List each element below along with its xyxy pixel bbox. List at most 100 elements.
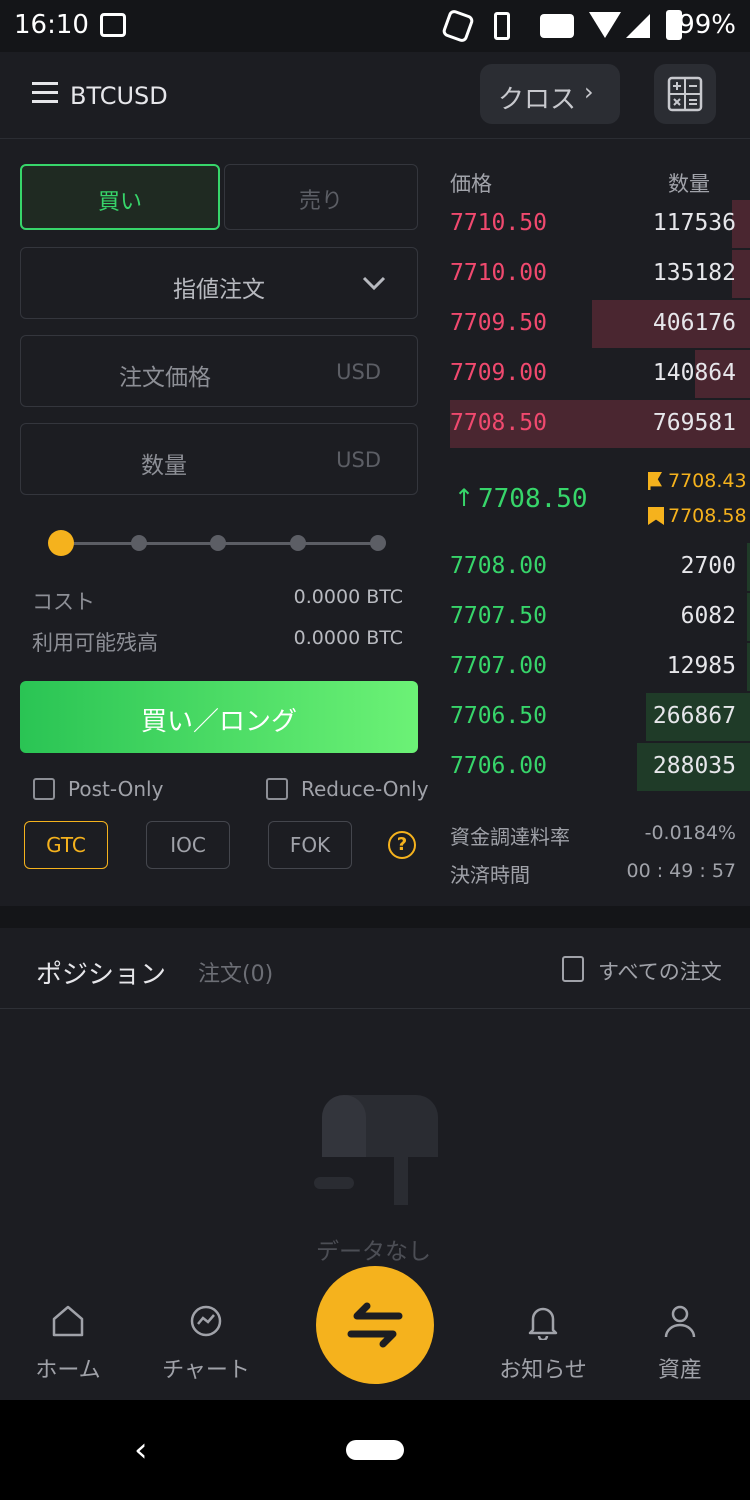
tif-ioc-button[interactable]: IOC <box>146 821 230 869</box>
funding-rate-label: 資金調達料率 <box>450 825 570 849</box>
settlement-time-value: 00 : 49 : 57 <box>626 860 737 882</box>
slider-handle[interactable] <box>48 530 74 556</box>
ask-row[interactable]: 7710.50 117536 <box>450 200 750 248</box>
battery-percent: 99% <box>678 10 736 40</box>
all-orders-link[interactable]: すべての注文 <box>598 956 722 986</box>
bid-row[interactable]: 7706.00 288035 <box>450 743 750 791</box>
buy-tab[interactable]: 買い <box>20 164 220 230</box>
order-quantity: 288035 <box>652 753 736 779</box>
chart-icon <box>190 1305 222 1337</box>
home-icon <box>52 1305 84 1337</box>
bottom-nav: ホーム チャート お知らせ 資産 <box>0 1266 750 1400</box>
order-price: 7708.50 <box>450 410 547 436</box>
order-quantity: 6082 <box>680 603 736 629</box>
margin-mode-button[interactable]: クロス › <box>480 64 620 124</box>
order-type-value: 指値注文 <box>173 277 265 303</box>
nav-home[interactable]: ホーム <box>8 1290 128 1400</box>
user-icon <box>664 1305 696 1338</box>
nav-assets[interactable]: 資産 <box>620 1290 740 1400</box>
reduce-only-checkbox[interactable] <box>266 778 288 800</box>
ask-row[interactable]: 7709.00 140864 <box>450 350 750 398</box>
nav-chart-label: チャート <box>162 1358 250 1383</box>
slider-stop-2[interactable] <box>210 535 226 551</box>
quantity-unit: USD <box>336 448 381 472</box>
slider-stop-1[interactable] <box>131 535 147 551</box>
nav-notifications[interactable]: お知らせ <box>483 1290 603 1400</box>
home-pill-button[interactable] <box>346 1440 404 1460</box>
signal-icon <box>626 14 650 38</box>
orderbook-qty-header: 数量 <box>668 172 710 196</box>
price-input[interactable]: 注文価格 USD <box>20 335 418 407</box>
order-price: 7709.00 <box>450 360 547 386</box>
last-price-up-arrow-icon: ↑ <box>454 484 475 512</box>
bell-icon <box>528 1307 558 1340</box>
notification-icon <box>100 13 126 37</box>
back-icon[interactable]: ‹ <box>134 1430 148 1470</box>
order-price: 7707.50 <box>450 603 547 629</box>
calculator-button[interactable] <box>654 64 716 124</box>
symbol-title[interactable]: BTCUSD <box>70 82 168 110</box>
help-icon[interactable]: ? <box>388 831 416 859</box>
order-price: 7706.50 <box>450 703 547 729</box>
sell-tab[interactable]: 売り <box>224 164 418 230</box>
leverage-slider[interactable] <box>48 530 386 556</box>
ask-row[interactable]: 7708.50 769581 <box>450 400 750 448</box>
mark-price-flag-icon <box>648 472 662 490</box>
position-tabs: ポジション 注文(0) すべての注文 <box>0 928 750 1009</box>
nav-home-label: ホーム <box>35 1358 101 1383</box>
order-quantity: 12985 <box>666 653 736 679</box>
order-quantity: 140864 <box>652 360 736 386</box>
ask-row[interactable]: 7709.50 406176 <box>450 300 750 348</box>
post-only-checkbox[interactable] <box>33 778 55 800</box>
chevron-down-icon <box>362 276 386 291</box>
order-quantity: 266867 <box>652 703 736 729</box>
trade-button[interactable] <box>316 1266 434 1384</box>
nav-assets-label: 資産 <box>657 1358 702 1383</box>
order-quantity: 117536 <box>652 210 736 236</box>
vibrate-icon <box>494 12 510 40</box>
order-type-select[interactable]: 指値注文 <box>20 247 418 319</box>
orderbook-price-header: 価格 <box>450 172 492 196</box>
order-price: 7708.00 <box>450 553 547 579</box>
wifi-icon <box>589 12 621 38</box>
order-quantity: 2700 <box>680 553 736 579</box>
order-price: 7706.00 <box>450 753 547 779</box>
swap-arrows-icon <box>347 1302 403 1348</box>
available-value: 0.0000 BTC <box>293 627 403 649</box>
bid-row[interactable]: 7707.00 12985 <box>450 643 750 691</box>
ask-row[interactable]: 7710.00 135182 <box>450 250 750 298</box>
buy-long-label: 買い／ロング <box>140 707 297 737</box>
order-price: 7709.50 <box>450 310 547 336</box>
tif-fok-button[interactable]: FOK <box>268 821 352 869</box>
nav-notifications-label: お知らせ <box>499 1358 587 1383</box>
reduce-only-label: Reduce-Only <box>301 777 429 801</box>
buy-long-button[interactable]: 買い／ロング <box>20 681 418 753</box>
tab-orders[interactable]: 注文(0) <box>198 956 273 988</box>
system-nav-bar: ‹ <box>0 1400 750 1500</box>
margin-mode-label: クロス <box>498 85 577 115</box>
tab-positions[interactable]: ポジション <box>36 954 166 991</box>
bid-row[interactable]: 7706.50 266867 <box>450 693 750 741</box>
document-icon <box>562 956 584 982</box>
order-quantity: 406176 <box>652 310 736 336</box>
order-quantity: 769581 <box>652 410 736 436</box>
price-placeholder: 注文価格 <box>119 365 211 391</box>
cost-value: 0.0000 BTC <box>293 586 403 608</box>
index-price: 7708.58 <box>668 505 747 527</box>
slider-stop-3[interactable] <box>290 535 306 551</box>
order-price: 7710.00 <box>450 260 547 286</box>
quantity-input[interactable]: 数量 USD <box>20 423 418 495</box>
post-only-label: Post-Only <box>68 777 164 801</box>
vr-icon <box>540 14 574 38</box>
bid-row[interactable]: 7707.50 6082 <box>450 593 750 641</box>
empty-state-text: データなし <box>316 1239 431 1265</box>
status-time: 16:10 <box>14 10 89 40</box>
sell-tab-label: 売り <box>298 189 343 214</box>
chevron-right-icon: › <box>584 78 594 106</box>
menu-icon[interactable] <box>32 82 58 104</box>
tif-gtc-button[interactable]: GTC <box>24 821 108 869</box>
bid-row[interactable]: 7708.00 2700 <box>450 543 750 591</box>
nfc-icon <box>440 8 476 44</box>
slider-stop-4[interactable] <box>370 535 386 551</box>
nav-chart[interactable]: チャート <box>146 1290 266 1400</box>
